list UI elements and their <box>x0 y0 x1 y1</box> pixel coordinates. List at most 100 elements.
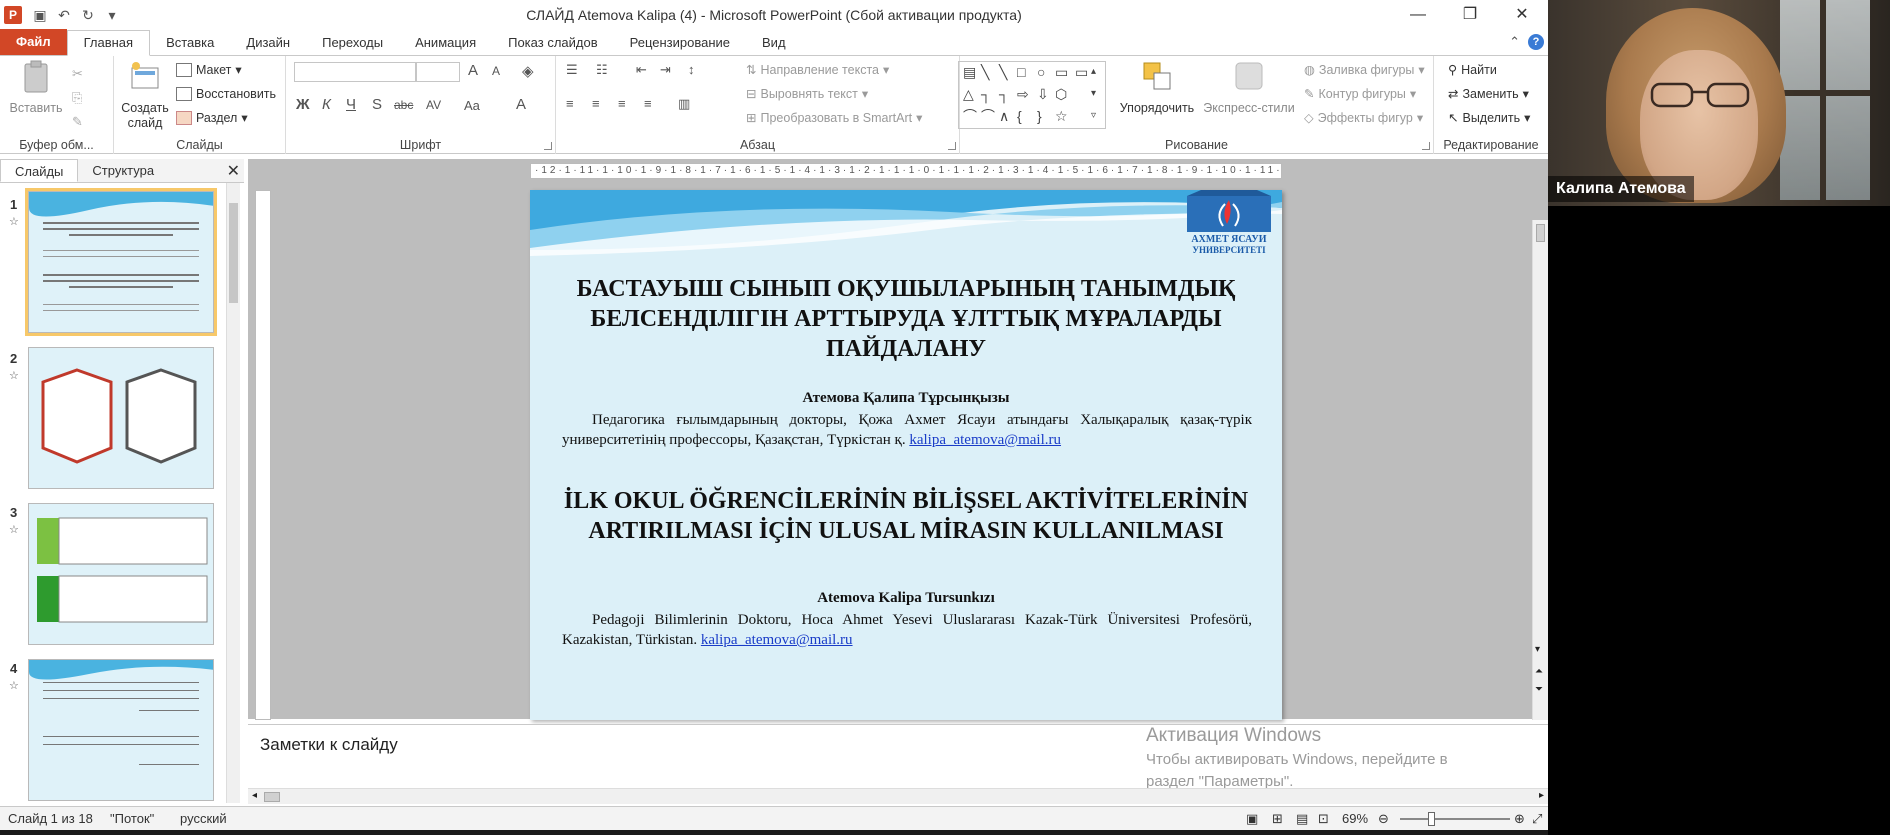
redo-icon[interactable]: ↻ <box>80 7 96 24</box>
customize-toolbar-icon[interactable]: ▾ <box>104 7 120 24</box>
slide-thumbnail-1[interactable] <box>25 188 217 336</box>
zoom-in-icon[interactable]: ⊕ <box>1514 811 1525 827</box>
reading-view-icon[interactable]: ▤ <box>1296 811 1308 827</box>
fit-slide-icon[interactable]: ⤢ <box>1532 811 1542 827</box>
scroll-thumb[interactable] <box>229 203 238 303</box>
scroll-right-icon[interactable]: ▸ <box>1539 790 1544 801</box>
shapes-gallery[interactable]: ▤ ╲ ╲ □ ○ ▭ ▭ △ ┐ ┐ ⇨ ⇩ ⬡ ⌒ ⌒ ∧ { } ☆ ▴ <box>958 61 1106 129</box>
help-icon[interactable]: ? <box>1528 34 1544 50</box>
zoom-out-icon[interactable]: ⊖ <box>1378 811 1389 827</box>
find-button[interactable]: ⚲ Найти <box>1448 60 1497 80</box>
line2-shape-icon[interactable]: ╲ <box>999 65 1007 79</box>
copy-icon[interactable]: ⎘ <box>72 90 82 106</box>
layout-button[interactable]: Макет ▾ <box>176 60 242 80</box>
tab-view[interactable]: Вид <box>746 31 802 55</box>
scroll-down-icon[interactable]: ▾ <box>1535 644 1540 655</box>
tab-review[interactable]: Рецензирование <box>614 31 746 55</box>
brace-right-shape-icon[interactable]: } <box>1037 109 1042 123</box>
slide-vertical-scrollbar[interactable]: ▾ ⏶ ⏷ <box>1532 220 1548 720</box>
slide-sorter-icon[interactable]: ⊞ <box>1272 811 1283 827</box>
text-direction-button[interactable]: ⇅ Направление текста ▾ <box>746 60 889 80</box>
tab-animation[interactable]: Анимация <box>399 31 492 55</box>
slide-thumbnail-3[interactable] <box>28 503 214 645</box>
rounded-shape-icon[interactable]: ▭ <box>1055 65 1068 79</box>
zoom-slider-thumb[interactable] <box>1428 812 1435 826</box>
smartart-button[interactable]: ⊞ Преобразовать в SmartArt ▾ <box>746 108 922 128</box>
tab-insert[interactable]: Вставка <box>150 31 230 55</box>
shape-fill-button[interactable]: ◍ Заливка фигуры ▾ <box>1304 60 1425 80</box>
columns-icon[interactable]: ▥ <box>678 96 690 112</box>
new-slide-button[interactable]: Создать слайд <box>118 60 172 131</box>
elbow-shape-icon[interactable]: ┐ <box>981 87 991 101</box>
maximize-button[interactable]: ❐ <box>1444 0 1496 30</box>
underline-button[interactable]: Ч <box>346 96 356 113</box>
font-size-input[interactable] <box>416 62 460 82</box>
gallery-up-icon[interactable]: ▴ <box>1091 65 1096 79</box>
drawing-dialog-launcher[interactable] <box>1422 142 1430 150</box>
quick-styles-button[interactable]: Экспресс-стили <box>1200 60 1298 116</box>
paragraph-dialog-launcher[interactable] <box>948 142 956 150</box>
align-left-icon[interactable]: ≡ <box>566 96 574 111</box>
char-spacing-button[interactable]: AV <box>426 98 441 112</box>
scroll-thumb[interactable] <box>1536 224 1545 242</box>
grow-font-button[interactable]: A <box>468 62 478 79</box>
undo-icon[interactable]: ↶ <box>56 7 72 24</box>
notes-pane[interactable]: Заметки к слайду Активация Windows Чтобы… <box>248 724 1548 790</box>
slide-thumbnail-2[interactable] <box>28 347 214 489</box>
shadow-button[interactable]: S <box>372 96 382 113</box>
tab-file[interactable]: Файл <box>0 29 67 55</box>
align-text-button[interactable]: ⊟ Выровнять текст ▾ <box>746 84 868 104</box>
numbering-icon[interactable]: ☷ <box>596 62 608 78</box>
replace-button[interactable]: ⇄ Заменить ▾ <box>1448 84 1529 104</box>
tab-transitions[interactable]: Переходы <box>306 31 399 55</box>
slides-pane-scrollbar[interactable] <box>226 183 240 803</box>
italic-button[interactable]: К <box>322 96 331 113</box>
down-arrow-shape-icon[interactable]: ⇩ <box>1037 87 1049 101</box>
change-case-button[interactable]: Aa <box>464 98 480 113</box>
star-shape-icon[interactable]: ☆ <box>1055 109 1068 123</box>
font-color-icon[interactable]: A <box>516 96 526 113</box>
curve-shape-icon[interactable]: ⌒ <box>963 109 977 123</box>
strike-button[interactable]: abc <box>394 98 413 112</box>
shape-effects-button[interactable]: ◇ Эффекты фигур ▾ <box>1304 108 1423 128</box>
line-spacing-icon[interactable]: ↕ <box>688 62 695 77</box>
flowchart-shape-icon[interactable]: ⬡ <box>1055 87 1067 101</box>
tab-design[interactable]: Дизайн <box>230 31 306 55</box>
current-slide[interactable]: АХМЕТ ЯСАУИ УНИВЕРСИТЕТІ БАСТАУЫШ СЫНЫП … <box>530 190 1282 720</box>
arrange-button[interactable]: Упорядочить <box>1114 60 1200 116</box>
zoom-level[interactable]: 69% <box>1342 811 1368 826</box>
tab-slideshow[interactable]: Показ слайдов <box>492 31 614 55</box>
select-button[interactable]: ↖ Выделить ▾ <box>1448 108 1530 128</box>
elbow2-shape-icon[interactable]: ┐ <box>999 87 1009 101</box>
save-icon[interactable]: ▣ <box>32 7 48 24</box>
language-indicator[interactable]: русский <box>180 811 227 826</box>
rect2-shape-icon[interactable]: ▭ <box>1075 65 1088 79</box>
font-name-input[interactable] <box>294 62 416 82</box>
arrow-shape-icon[interactable]: ⇨ <box>1017 87 1029 101</box>
paste-button[interactable]: Вставить <box>6 60 66 116</box>
shape-outline-button[interactable]: ✎ Контур фигуры ▾ <box>1304 84 1416 104</box>
clear-format-icon[interactable]: ◈ <box>522 62 534 80</box>
align-right-icon[interactable]: ≡ <box>618 96 626 111</box>
email-link-kz[interactable]: kalipa_atemova@mail.ru <box>909 432 1061 448</box>
tab-slides[interactable]: Слайды <box>0 159 79 182</box>
next-slide-icon[interactable]: ⏷ <box>1535 684 1543 695</box>
gallery-down-icon[interactable]: ▾ <box>1091 87 1096 101</box>
increase-indent-icon[interactable]: ⇥ <box>660 62 671 78</box>
oval-shape-icon[interactable]: ○ <box>1037 65 1045 79</box>
decrease-indent-icon[interactable]: ⇤ <box>636 62 647 78</box>
email-link-tr[interactable]: kalipa_atemova@mail.ru <box>701 632 853 648</box>
section-button[interactable]: Раздел ▾ <box>176 108 248 128</box>
rect-shape-icon[interactable]: □ <box>1017 65 1025 79</box>
justify-icon[interactable]: ≡ <box>644 96 652 111</box>
bullets-icon[interactable]: ☰ <box>566 62 578 78</box>
slideshow-icon[interactable]: ⊡ <box>1318 811 1329 827</box>
arc-shape-icon[interactable]: ⌒ <box>981 109 995 123</box>
zoom-slider[interactable] <box>1400 818 1510 820</box>
shrink-font-button[interactable]: A <box>492 64 500 78</box>
cut-icon[interactable]: ✂ <box>72 66 83 82</box>
normal-view-icon[interactable]: ▣ <box>1246 811 1258 827</box>
line-shape-icon[interactable]: ╲ <box>981 65 989 79</box>
bold-button[interactable]: Ж <box>296 96 310 113</box>
collapse-ribbon-icon[interactable]: ⌃ <box>1509 34 1520 50</box>
